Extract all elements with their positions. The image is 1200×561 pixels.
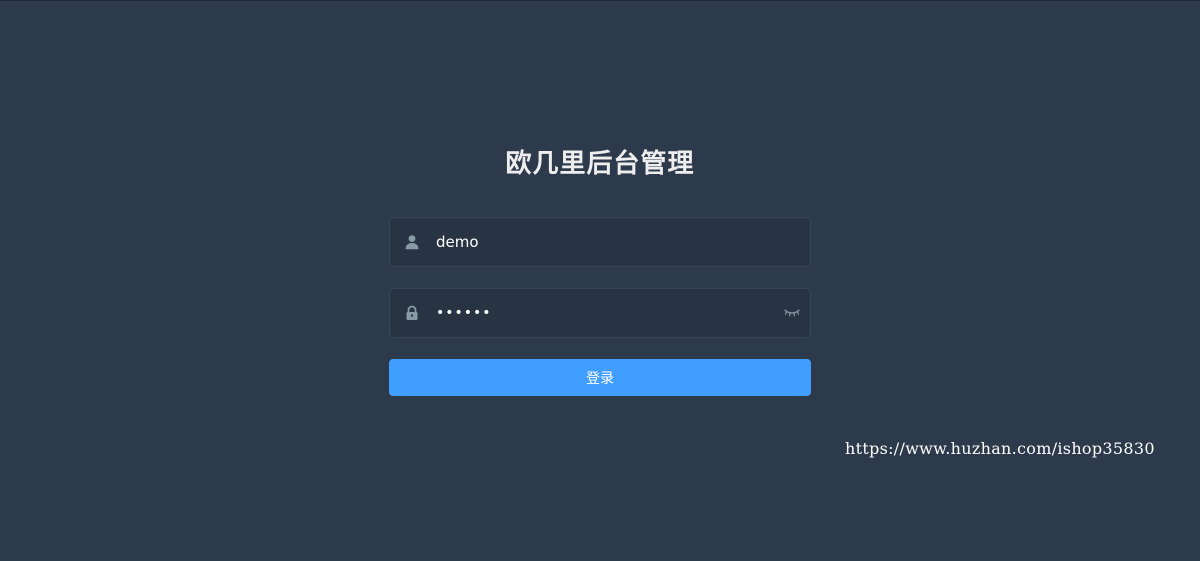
eye-closed-icon[interactable]: [774, 289, 810, 337]
login-button[interactable]: 登录: [389, 359, 811, 396]
watermark-url: https://www.huzhan.com/ishop35830: [845, 439, 1155, 458]
password-field: [389, 288, 811, 338]
user-icon: [390, 218, 432, 266]
login-form: 欧几里后台管理 demo 登录: [389, 141, 811, 396]
login-page: 欧几里后台管理 demo 登录 https://www.huzhan.com/i…: [0, 0, 1200, 561]
lock-icon: [390, 289, 432, 337]
page-title: 欧几里后台管理: [505, 149, 695, 179]
username-field: [389, 217, 811, 267]
username-input[interactable]: [432, 219, 810, 265]
password-input[interactable]: [432, 290, 774, 336]
